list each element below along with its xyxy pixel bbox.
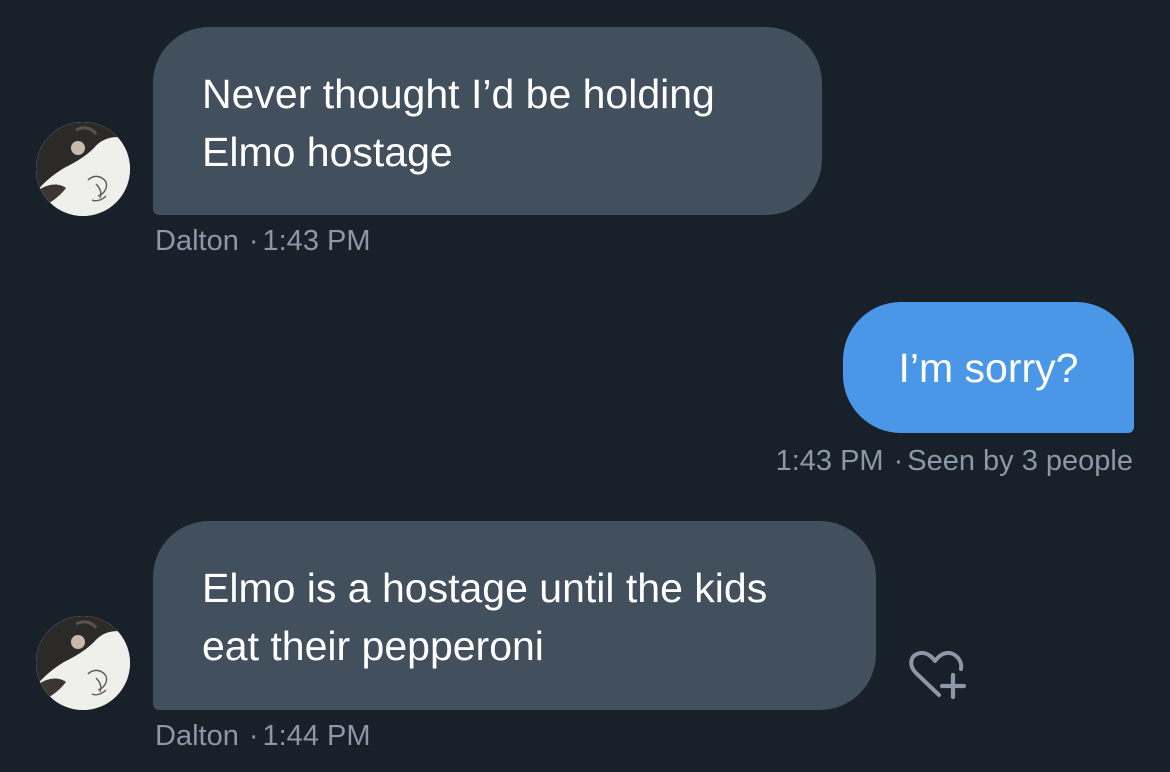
seen-status: Seen by 3 people <box>907 445 1133 477</box>
message-bubble[interactable]: Elmo is a hostage until the kids eat the… <box>153 521 876 710</box>
message-meta: 1:43 PM · Seen by 3 people <box>776 444 1133 478</box>
meta-separator: · <box>248 720 259 752</box>
message-text-line: Elmo hostage <box>202 129 453 175</box>
message-text-line: eat their pepperoni <box>202 623 544 669</box>
message-meta: Dalton · 1:44 PM <box>155 719 371 753</box>
avatar-photo-icon <box>36 122 130 216</box>
message-time: 1:44 PM <box>262 720 371 752</box>
avatar[interactable] <box>36 616 130 710</box>
message-bubble[interactable]: I’m sorry? <box>843 302 1134 433</box>
message-meta: Dalton · 1:43 PM <box>155 224 371 258</box>
add-reaction-button[interactable] <box>903 645 973 705</box>
meta-separator: · <box>248 225 259 257</box>
message-bubble[interactable]: Never thought I’d be holding Elmo hostag… <box>153 27 822 215</box>
message-text-line: Never thought I’d be holding <box>202 71 715 117</box>
message-text-line: Elmo is a hostage until the kids <box>202 565 768 611</box>
avatar-photo-icon <box>36 616 130 710</box>
sender-name[interactable]: Dalton <box>155 720 239 752</box>
avatar[interactable] <box>36 122 130 216</box>
sender-name[interactable]: Dalton <box>155 225 239 257</box>
meta-separator: · <box>893 445 904 477</box>
message-time: 1:43 PM <box>262 225 371 257</box>
message-time: 1:43 PM <box>775 445 884 477</box>
heart-plus-icon <box>909 650 967 700</box>
message-text: I’m sorry? <box>898 345 1079 391</box>
